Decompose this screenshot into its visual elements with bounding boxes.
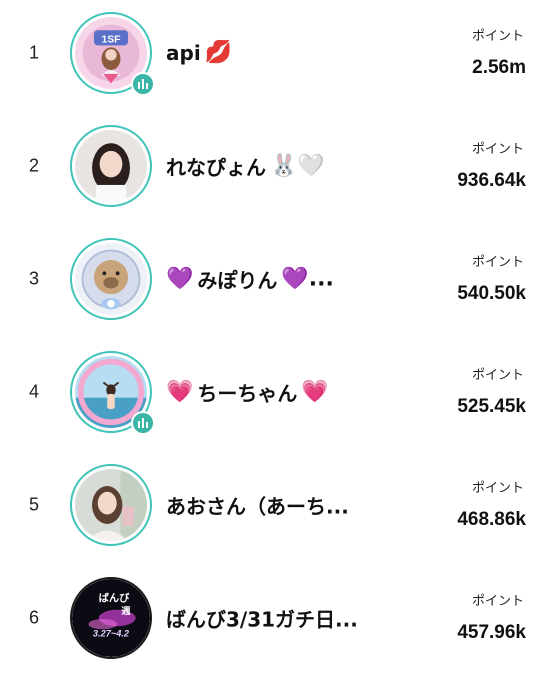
- user-name-text: api: [166, 41, 201, 65]
- avatar[interactable]: ばんび 週 3.27~4.2: [70, 577, 152, 659]
- avatar-text: ばんび: [99, 592, 131, 605]
- avatar[interactable]: 1SF: [70, 12, 155, 96]
- leaderboard-row[interactable]: 6 ばんび 週 3.27~4.2 ばんび3/31ガチ日... ポイント 457.…: [0, 568, 548, 668]
- avatar-image: ばんび 週 3.27~4.2: [72, 579, 150, 657]
- points-value: 525.45k: [457, 396, 526, 417]
- live-badge-icon: [131, 72, 155, 96]
- avatar-text: 週: [121, 605, 131, 617]
- user-name-text: ちーちゃん: [197, 381, 298, 406]
- rank-number: 6: [28, 607, 39, 628]
- leaderboard-row[interactable]: 3 💜 みぽりん 💜... ポイント 540.50k: [0, 229, 548, 329]
- points-label: ポイント: [471, 142, 524, 157]
- points-label: ポイント: [471, 368, 524, 383]
- user-name-text: れなぴょん: [166, 155, 266, 180]
- points-value: 2.56m: [472, 57, 526, 78]
- leaderboard-list: 1 1SF api 💋 ポイント 2.56m 2 れなぴょん 🐰🤍 ポイント 9…: [0, 0, 548, 680]
- purple-heart-icon: 💜: [166, 266, 194, 291]
- leaderboard-row[interactable]: 1 1SF api 💋 ポイント 2.56m: [0, 3, 548, 103]
- user-name[interactable]: api 💋: [166, 41, 232, 65]
- avatar-ring: [70, 125, 152, 207]
- avatar[interactable]: [70, 464, 152, 546]
- points-value: 457.96k: [457, 622, 526, 643]
- avatar-image: [75, 243, 147, 315]
- rabbit-heart-icon: 🐰🤍: [270, 153, 325, 178]
- leaderboard-row[interactable]: 4 💗 ちーちゃん 💗 ポイント 525.45k: [0, 342, 548, 442]
- points-label: ポイント: [471, 29, 524, 44]
- rank-number: 1: [28, 42, 39, 63]
- user-name-text: ばんび3/31ガチ日...: [166, 607, 358, 632]
- avatar[interactable]: [70, 125, 152, 207]
- avatar-image: [75, 130, 147, 202]
- avatar-image: [75, 469, 147, 541]
- user-name-text: みぽりん: [197, 268, 278, 293]
- kiss-mark-icon: 💋: [204, 40, 233, 65]
- avatar-ring: ばんび 週 3.27~4.2: [70, 577, 152, 659]
- rank-number: 2: [28, 155, 39, 176]
- user-name[interactable]: あおさん（あーち...: [166, 491, 349, 520]
- points-value: 468.86k: [457, 509, 526, 530]
- avatar[interactable]: [70, 238, 152, 320]
- pink-heart-icon: 💗: [301, 379, 329, 404]
- user-name[interactable]: れなぴょん 🐰🤍: [166, 152, 325, 181]
- avatar-ring: [70, 238, 152, 320]
- purple-heart-icon: 💜...: [281, 266, 334, 291]
- svg-text:1SF: 1SF: [101, 35, 120, 46]
- user-name-text: あおさん（あーち...: [166, 494, 349, 519]
- rank-number: 4: [28, 381, 39, 402]
- leaderboard-row[interactable]: 2 れなぴょん 🐰🤍 ポイント 936.64k: [0, 116, 548, 216]
- avatar-text: 3.27~4.2: [93, 628, 130, 638]
- user-name[interactable]: ばんび3/31ガチ日...: [166, 604, 358, 633]
- points-label: ポイント: [471, 594, 524, 609]
- avatar-ring: [70, 464, 152, 546]
- points-value: 540.50k: [457, 283, 526, 304]
- points-label: ポイント: [471, 255, 524, 270]
- rank-number: 5: [28, 494, 39, 515]
- user-name[interactable]: 💗 ちーちゃん 💗: [166, 378, 329, 407]
- live-badge-icon: [131, 411, 155, 435]
- rank-number: 3: [28, 268, 39, 289]
- pink-heart-icon: 💗: [166, 379, 194, 404]
- avatar[interactable]: [70, 351, 155, 435]
- points-value: 936.64k: [457, 170, 526, 191]
- points-label: ポイント: [471, 481, 524, 496]
- user-name[interactable]: 💜 みぽりん 💜...: [166, 265, 334, 294]
- leaderboard-row[interactable]: 5 あおさん（あーち... ポイント 468.86k: [0, 455, 548, 555]
